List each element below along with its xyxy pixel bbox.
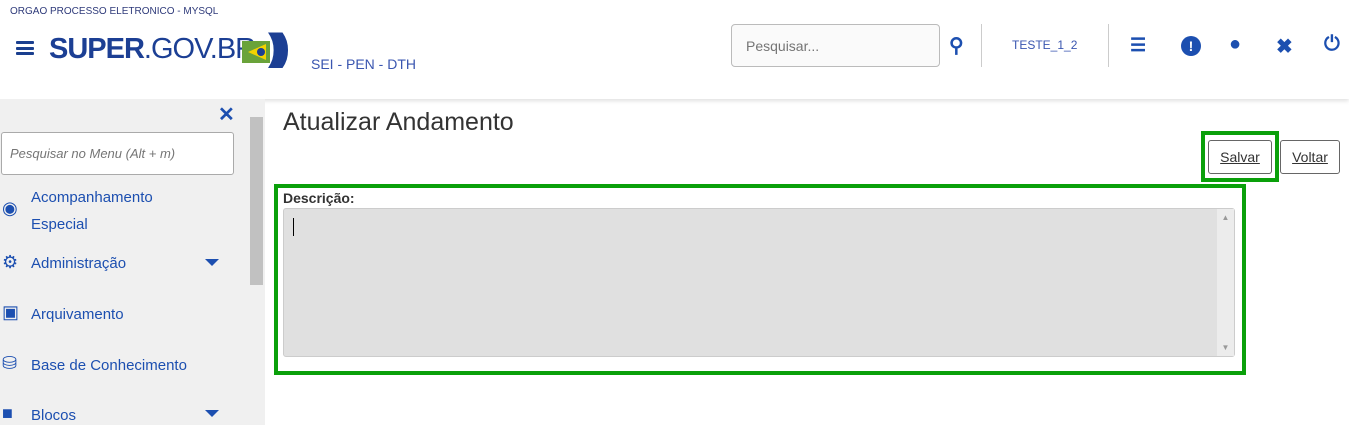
search-input[interactable]	[731, 24, 940, 67]
logo[interactable]: SUPER.GOV.BR	[49, 33, 256, 66]
close-icon[interactable]: ✕	[218, 102, 235, 127]
eye-icon: ◉	[2, 198, 18, 218]
page-title: Atualizar Andamento	[283, 108, 514, 136]
org-name: ORGAO PROCESSO ELETRONICO - MYSQL	[10, 6, 219, 17]
header: ORGAO PROCESSO ELETRONICO - MYSQL SUPER.…	[0, 0, 1349, 99]
sidebar-item-arquivamento[interactable]: Arquivamento	[31, 301, 124, 328]
sidebar-item-base-conhecimento[interactable]: Base de Conhecimento	[31, 352, 187, 379]
user-icon[interactable]: ●	[1229, 33, 1241, 56]
textarea-scrollbar[interactable]: ▲ ▼	[1217, 209, 1234, 356]
sidebar-item-acompanhamento[interactable]: Acompanhamento Especial	[31, 184, 211, 238]
sidebar-scroll-thumb[interactable]	[250, 117, 263, 285]
description-label: Descrição:	[283, 190, 355, 206]
divider	[981, 24, 982, 67]
chevron-down-icon[interactable]	[205, 410, 219, 417]
menu-search-input[interactable]	[1, 132, 234, 175]
list-icon[interactable]: ☰	[1130, 35, 1146, 56]
sidebar-item-administracao[interactable]: Administração	[31, 250, 126, 277]
tools-icon[interactable]: ✖	[1276, 34, 1293, 59]
cubes-icon: ■	[2, 403, 13, 423]
chevron-down-icon[interactable]	[205, 259, 219, 266]
archive-icon: ▣	[2, 302, 20, 322]
power-icon[interactable]: ⏻	[1324, 33, 1340, 56]
back-button[interactable]: Voltar	[1280, 140, 1340, 174]
logo-waves-icon: )))	[268, 27, 290, 69]
user-unit[interactable]: TESTE_1_2	[1012, 38, 1077, 52]
divider	[1108, 24, 1109, 67]
gears-icon: ⚙	[2, 252, 19, 272]
system-subtitle: SEI - PEN - DTH	[311, 56, 417, 72]
description-textarea[interactable]: ▲ ▼	[283, 208, 1235, 357]
save-button[interactable]: Salvar	[1208, 140, 1272, 174]
database-icon: ⛁	[2, 353, 18, 373]
logo-flag-icon	[242, 41, 270, 63]
menu-icon[interactable]	[16, 41, 34, 55]
search-icon[interactable]: ⚲	[949, 33, 964, 58]
text-cursor	[293, 218, 294, 236]
alert-icon[interactable]: !	[1181, 36, 1201, 56]
